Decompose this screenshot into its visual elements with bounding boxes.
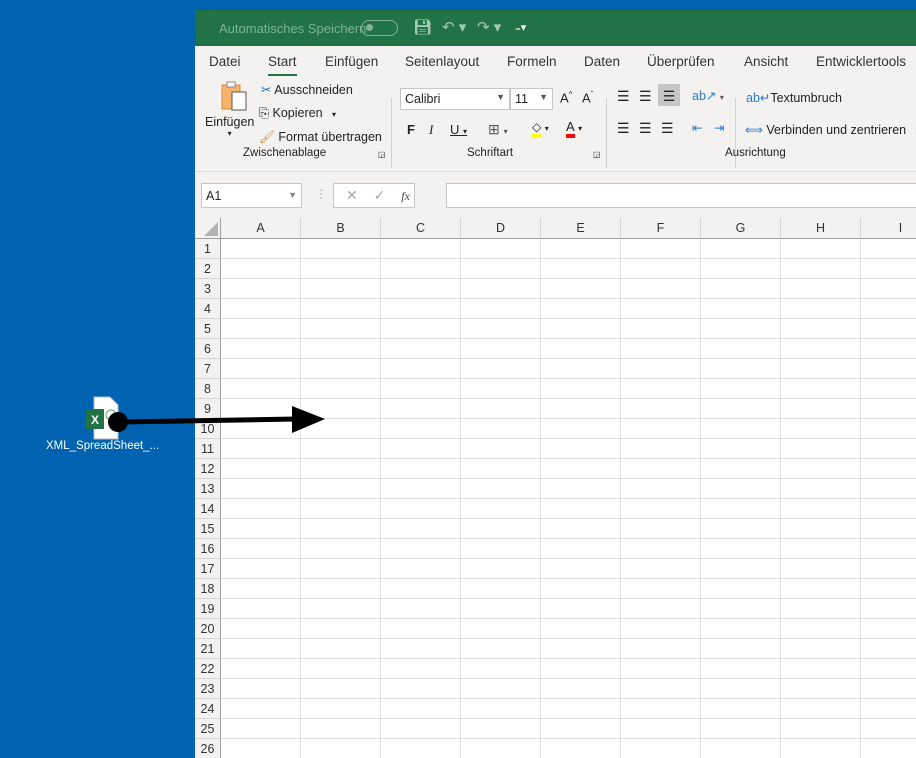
drag-arrow bbox=[108, 406, 325, 433]
arrow-line bbox=[117, 416, 297, 425]
arrow-head bbox=[292, 406, 325, 433]
